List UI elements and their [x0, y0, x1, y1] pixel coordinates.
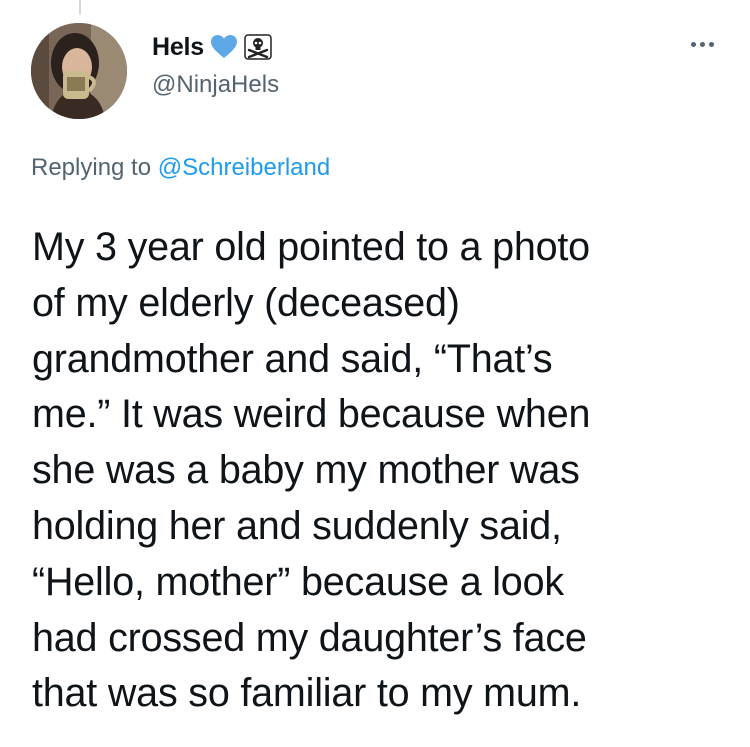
replying-prefix: Replying to	[31, 154, 152, 181]
tweet-text-line: had crossed my daughter’s face	[32, 615, 587, 660]
more-dot	[708, 41, 714, 47]
blue-heart-icon	[210, 34, 238, 60]
avatar[interactable]	[31, 23, 127, 119]
pirate-flag-icon	[244, 34, 272, 60]
tweet-text-line: holding her and suddenly said,	[32, 503, 562, 548]
author-display-name[interactable]: Hels	[152, 33, 204, 62]
replying-to-line: Replying to @Schreiberland	[31, 154, 330, 182]
avatar-photo	[31, 23, 127, 119]
tweet-text-line: of my elderly (deceased)	[32, 280, 460, 325]
author-handle[interactable]: @NinjaHels	[152, 71, 279, 99]
tweet-text-line: My 3 year old pointed to a photo	[32, 225, 590, 269]
more-icon[interactable]	[682, 34, 722, 54]
tweet-text-line: me.” It was weird because when	[32, 392, 591, 437]
tweet-text: My 3 year old pointed to a photo of my e…	[32, 220, 732, 722]
tweet-text-line: that was so familiar to my mum.	[32, 671, 582, 716]
more-dot	[690, 41, 696, 47]
author-name-row: Hels	[152, 29, 272, 65]
tweet-text-line: “Hello, mother” because a look	[32, 559, 564, 604]
tweet-text-line: grandmother and said, “That’s	[32, 336, 553, 381]
more-dot	[699, 41, 705, 47]
thread-connector-line	[79, 0, 81, 14]
reply-mention-link[interactable]: @Schreiberland	[158, 154, 330, 181]
tweet-text-line: she was a baby my mother was	[32, 448, 580, 493]
